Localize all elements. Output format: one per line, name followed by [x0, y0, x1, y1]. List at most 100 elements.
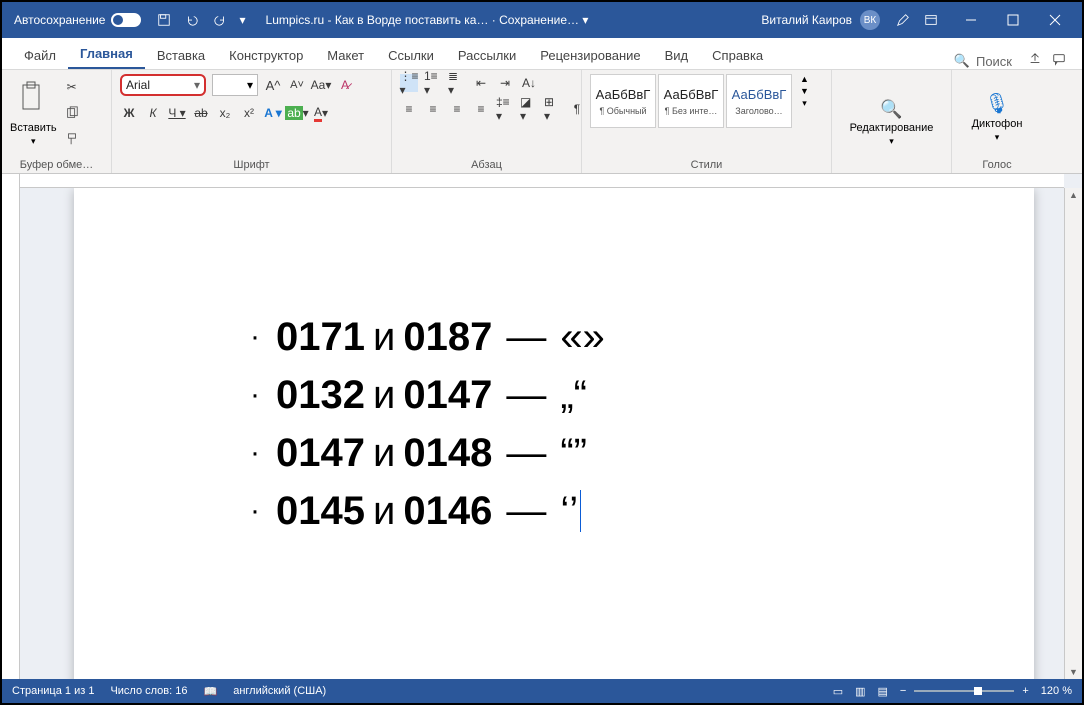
- style-heading[interactable]: АаБбВвГЗаголово…: [726, 74, 792, 128]
- status-lang[interactable]: английский (США): [233, 685, 326, 697]
- group-paragraph-label: Абзац: [400, 159, 573, 171]
- close-button[interactable]: [1034, 2, 1076, 38]
- window-title: Lumpics.ru - Как в Ворде поставить ка… ·…: [266, 13, 762, 27]
- user-block[interactable]: Виталий Каиров ВК: [761, 10, 880, 30]
- tab-layout[interactable]: Макет: [315, 42, 376, 69]
- autosave-label: Автосохранение: [14, 13, 105, 27]
- shrink-font-icon[interactable]: A˅: [288, 76, 306, 94]
- text-effects-icon[interactable]: A ▾: [264, 104, 282, 122]
- tab-view[interactable]: Вид: [653, 42, 701, 69]
- redo-icon[interactable]: [211, 11, 229, 29]
- font-name-input[interactable]: Arial▾: [120, 74, 206, 96]
- style-normal[interactable]: АаБбВвГ¶ Обычный: [590, 74, 656, 128]
- view-read-icon[interactable]: ▭: [833, 685, 843, 698]
- ribbon-tabs: Файл Главная Вставка Конструктор Макет С…: [2, 38, 1082, 70]
- avatar: ВК: [860, 10, 880, 30]
- shading-icon[interactable]: ◪ ▾: [520, 100, 538, 118]
- dictate-button[interactable]: 🎙 Диктофон ▾: [972, 91, 1023, 143]
- share-icon[interactable]: [1028, 52, 1042, 69]
- styles-up[interactable]: ▲: [800, 74, 809, 84]
- styles-more[interactable]: ▾: [802, 98, 807, 109]
- styles-down[interactable]: ▼: [800, 86, 809, 96]
- tell-me-search[interactable]: 🔍 Поиск: [944, 53, 1022, 69]
- borders-icon[interactable]: ⊞ ▾: [544, 100, 562, 118]
- tab-review[interactable]: Рецензирование: [528, 42, 652, 69]
- undo-icon[interactable]: [183, 11, 201, 29]
- copy-icon[interactable]: [63, 104, 81, 122]
- group-font-label: Шрифт: [120, 159, 383, 171]
- bold-icon[interactable]: Ж: [120, 104, 138, 122]
- window-controls: [950, 2, 1076, 38]
- vertical-scrollbar[interactable]: ▲▼: [1064, 188, 1082, 679]
- paste-button[interactable]: Вставить ▾: [10, 74, 57, 147]
- style-nospacing[interactable]: АаБбВвГ¶ Без инте…: [658, 74, 724, 128]
- group-styles-label: Стили: [590, 159, 823, 171]
- proofing-icon[interactable]: 📖: [204, 685, 218, 698]
- window-icon[interactable]: [922, 11, 940, 29]
- titlebar: Автосохранение ▾ Lumpics.ru - Как в Ворд…: [2, 2, 1082, 38]
- multilevel-icon[interactable]: ≣ ▾: [448, 74, 466, 92]
- view-print-icon[interactable]: ▥: [855, 685, 865, 698]
- tab-mailings[interactable]: Рассылки: [446, 42, 528, 69]
- list-item[interactable]: 0171и0187—«»: [194, 308, 994, 366]
- comments-icon[interactable]: [1052, 52, 1066, 69]
- align-right-icon[interactable]: ≡: [448, 100, 466, 118]
- underline-icon[interactable]: Ч ▾: [168, 104, 186, 122]
- find-icon: 🔍: [880, 99, 902, 120]
- spacing-icon[interactable]: ‡≡ ▾: [496, 100, 514, 118]
- clear-format-icon[interactable]: A̷: [336, 76, 354, 94]
- quick-access: ▾: [155, 11, 245, 29]
- tab-help[interactable]: Справка: [700, 42, 775, 69]
- tab-design[interactable]: Конструктор: [217, 42, 315, 69]
- group-clipboard-label: Буфер обме…: [10, 159, 103, 171]
- align-left-icon[interactable]: ≡: [400, 100, 418, 118]
- autosave-toggle[interactable]: Автосохранение: [14, 13, 141, 27]
- indent-icon[interactable]: ⇥: [496, 74, 514, 92]
- bullets-icon[interactable]: ⋮≡ ▾: [400, 74, 418, 92]
- italic-icon[interactable]: К: [144, 104, 162, 122]
- font-color-icon[interactable]: A▾: [312, 104, 330, 122]
- mic-icon: 🎙: [984, 91, 1009, 116]
- zoom-slider[interactable]: − +: [900, 685, 1029, 697]
- superscript-icon[interactable]: x²: [240, 104, 258, 122]
- sort-icon[interactable]: A↓: [520, 74, 538, 92]
- tab-home[interactable]: Главная: [68, 40, 145, 69]
- minimize-button[interactable]: [950, 2, 992, 38]
- font-size-input[interactable]: ▾: [212, 74, 258, 96]
- cut-icon[interactable]: ✂: [63, 78, 81, 96]
- toggle-switch[interactable]: [111, 13, 141, 27]
- subscript-icon[interactable]: x₂: [216, 104, 234, 122]
- justify-icon[interactable]: ≡: [472, 100, 490, 118]
- vertical-ruler[interactable]: [2, 174, 20, 679]
- paste-label: Вставить: [10, 122, 57, 134]
- maximize-button[interactable]: [992, 2, 1034, 38]
- document-page[interactable]: 0171и0187—«»0132и0147—„“0147и0148—“”0145…: [74, 188, 1034, 679]
- highlight-icon[interactable]: ab▾: [288, 104, 306, 122]
- pen-icon[interactable]: [894, 11, 912, 29]
- zoom-level[interactable]: 120 %: [1041, 685, 1072, 697]
- list-item[interactable]: 0145и0146—‘’: [194, 482, 994, 540]
- grow-font-icon[interactable]: A^: [264, 76, 282, 94]
- qa-more[interactable]: ▾: [239, 13, 245, 27]
- zoom-in-icon[interactable]: +: [1022, 685, 1028, 697]
- align-center-icon[interactable]: ≡: [424, 100, 442, 118]
- text-cursor: [580, 490, 581, 532]
- view-web-icon[interactable]: ▤: [878, 685, 888, 698]
- save-icon[interactable]: [155, 11, 173, 29]
- numbering-icon[interactable]: 1≡ ▾: [424, 74, 442, 92]
- tab-insert[interactable]: Вставка: [145, 42, 217, 69]
- strike-icon[interactable]: ab: [192, 104, 210, 122]
- list-item[interactable]: 0147и0148—“”: [194, 424, 994, 482]
- status-words[interactable]: Число слов: 16: [110, 685, 187, 697]
- horizontal-ruler[interactable]: [20, 174, 1064, 188]
- group-voice-label: Голос: [960, 159, 1034, 171]
- list-item[interactable]: 0132и0147—„“: [194, 366, 994, 424]
- tab-file[interactable]: Файл: [12, 42, 68, 69]
- outdent-icon[interactable]: ⇤: [472, 74, 490, 92]
- status-page[interactable]: Страница 1 из 1: [12, 685, 94, 697]
- change-case-icon[interactable]: Aa▾: [312, 76, 330, 94]
- format-painter-icon[interactable]: [63, 130, 81, 148]
- zoom-out-icon[interactable]: −: [900, 685, 906, 697]
- tab-references[interactable]: Ссылки: [376, 42, 446, 69]
- editing-button[interactable]: 🔍 Редактирование ▾: [850, 99, 934, 147]
